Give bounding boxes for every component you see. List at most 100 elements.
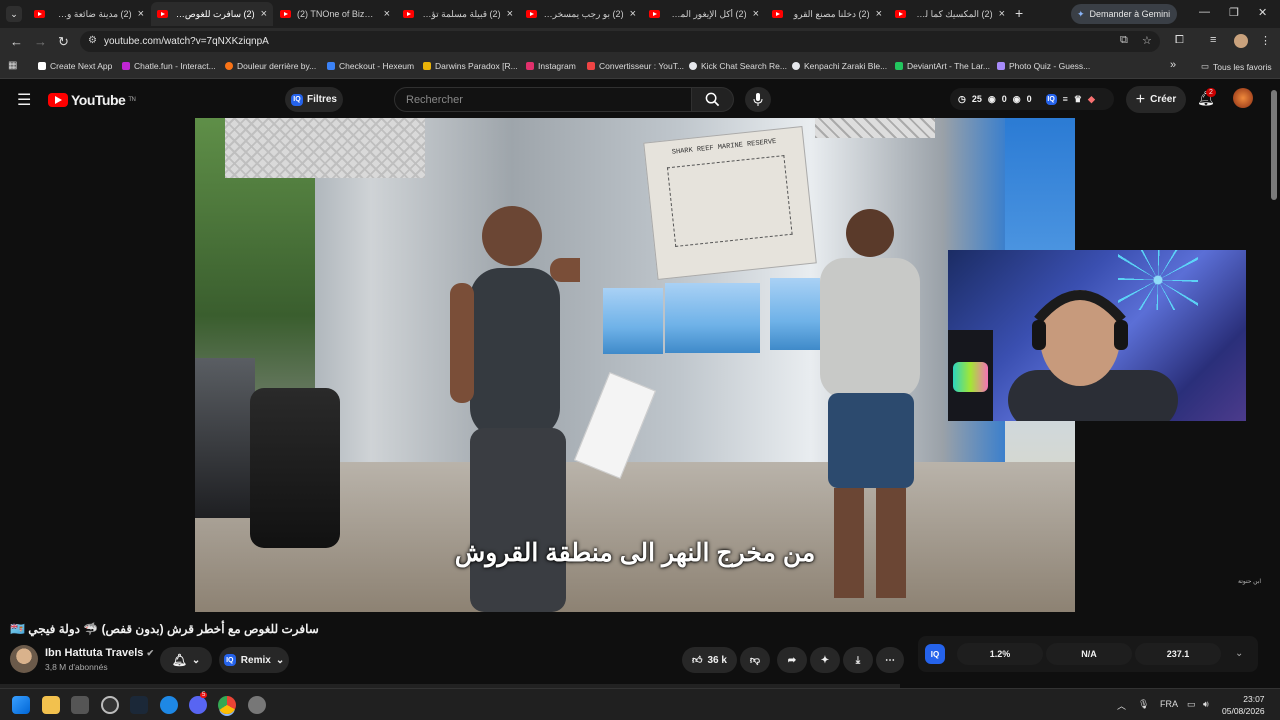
close-tab-icon[interactable]: × bbox=[753, 8, 759, 20]
back-icon[interactable]: ← bbox=[10, 34, 23, 49]
close-tab-icon[interactable]: × bbox=[507, 8, 513, 20]
forward-icon[interactable]: → bbox=[34, 34, 47, 49]
browser-tab[interactable]: (2) مدينة ضائعة وسط × bbox=[28, 2, 150, 26]
chevron-down-icon[interactable]: ⌄ bbox=[1235, 648, 1243, 659]
apps-grid-icon[interactable]: ▦ bbox=[8, 60, 17, 71]
dislike-button[interactable]: 👎︎ bbox=[740, 647, 770, 673]
reload-icon[interactable]: ↻ bbox=[58, 34, 69, 50]
bookmark-item[interactable]: Kick Chat Search Re... bbox=[689, 61, 787, 71]
windows-start-icon[interactable] bbox=[12, 696, 30, 714]
alert-icon[interactable]: ◆ bbox=[1088, 94, 1095, 105]
more-icon: ⋯ bbox=[885, 654, 895, 666]
streamer-webcam-overlay bbox=[948, 250, 1246, 421]
network-icon[interactable]: ▭ bbox=[1187, 699, 1196, 710]
list-icon[interactable]: ≡ bbox=[1063, 94, 1068, 104]
page-scrollbar[interactable] bbox=[1271, 90, 1277, 200]
microphone-icon[interactable]: 🎙︎ bbox=[1138, 699, 1149, 710]
channel-name[interactable]: Ibn Hattuta Travels ✔ bbox=[45, 647, 154, 659]
bookmark-item[interactable]: Darwins Paradox [R... bbox=[423, 61, 518, 71]
menu-icon[interactable]: ⋮ bbox=[1260, 34, 1271, 47]
gemini-button[interactable]: ✦ Demander à Gemini bbox=[1071, 4, 1177, 24]
app-icon[interactable] bbox=[160, 696, 178, 714]
iq-icon[interactable]: IQ bbox=[1045, 93, 1057, 105]
url-text: youtube.com/watch?v=7qNXKziqnpA bbox=[104, 36, 269, 47]
bookmark-star-icon[interactable]: ☆ bbox=[1142, 34, 1152, 47]
bookmark-item[interactable]: Instagram bbox=[526, 61, 576, 71]
tab-title: (2) سافرت للغوص مع bbox=[174, 8, 255, 19]
search-input[interactable]: Rechercher bbox=[394, 87, 692, 112]
share-button[interactable]: ➦ bbox=[777, 647, 807, 673]
bookmark-item[interactable]: Convertisseur : YouT... bbox=[587, 61, 684, 71]
browser-tab-active[interactable]: (2) سافرت للغوص مع × bbox=[151, 2, 273, 26]
bookmark-icon bbox=[122, 62, 130, 70]
extensions-icon[interactable]: ⧠ bbox=[1175, 34, 1184, 47]
all-favorites-label: Tous les favoris bbox=[1213, 61, 1272, 72]
youtube-favicon-icon bbox=[526, 10, 537, 18]
browser-tab[interactable]: (2) المكسيك كما لم تر × bbox=[889, 2, 1011, 26]
trophy-icon[interactable]: ♛ bbox=[1074, 94, 1082, 105]
close-tab-icon[interactable]: × bbox=[138, 8, 144, 20]
download-button[interactable]: ⤓ bbox=[843, 647, 873, 673]
browser-tab[interactable]: (2) دخلنا مصنع القرو × bbox=[766, 2, 888, 26]
browser-tab[interactable]: (2) قبيلة مسلمة تؤمن × bbox=[397, 2, 519, 26]
bookmark-item[interactable]: Douleur derrière by... bbox=[225, 61, 316, 71]
close-tab-icon[interactable]: × bbox=[384, 8, 390, 20]
tray-chevron-icon[interactable]: ︿ bbox=[1117, 699, 1126, 712]
cast-icon[interactable]: ⧉ bbox=[1120, 34, 1128, 47]
like-button[interactable]: 👍︎ 36 k bbox=[682, 647, 737, 673]
plus-icon: + bbox=[1135, 90, 1146, 108]
url-field[interactable]: ⚙ youtube.com/watch?v=7qNXKziqnpA ⧉ ☆ bbox=[80, 31, 1160, 52]
restore-icon[interactable]: ❐ bbox=[1229, 6, 1239, 19]
close-tab-icon[interactable]: × bbox=[999, 8, 1005, 20]
site-info-icon[interactable]: ⚙ bbox=[88, 35, 97, 46]
minimize-icon[interactable]: — bbox=[1199, 6, 1210, 18]
store-icon[interactable] bbox=[71, 696, 89, 714]
bookmark-item[interactable]: Create Next App bbox=[38, 61, 112, 71]
ask-button[interactable]: ✦ bbox=[810, 647, 840, 673]
create-button[interactable]: + Créer bbox=[1126, 86, 1186, 113]
address-bar-row: ← → ↻ ⚙ youtube.com/watch?v=7qNXKziqnpA … bbox=[0, 28, 1280, 55]
close-window-icon[interactable]: ✕ bbox=[1258, 6, 1267, 19]
bookmark-item[interactable]: Checkout - Hexeum bbox=[327, 61, 414, 71]
bookmark-item[interactable]: Kenpachi Zaraki Ble... bbox=[792, 61, 887, 71]
subscribed-bell-button[interactable]: 🔔︎ ⌄ bbox=[160, 647, 212, 673]
eye-icon: ◉ bbox=[987, 93, 996, 104]
all-favorites-folder[interactable]: ▭ Tous les favoris bbox=[1201, 61, 1272, 72]
steam-icon[interactable] bbox=[130, 696, 148, 714]
browser-tab[interactable]: (2) بو رجب يمسخر الم × bbox=[520, 2, 642, 26]
more-actions-button[interactable]: ⋯ bbox=[876, 647, 904, 673]
chrome-icon[interactable] bbox=[218, 696, 236, 714]
browser-tab[interactable]: (2) TNOne of Bizerte's × bbox=[274, 2, 396, 26]
bookmark-item[interactable]: DeviantArt - The Lar... bbox=[895, 61, 990, 71]
video-subtitle: من مخرج النهر الى منطقة القروش bbox=[454, 539, 816, 567]
profile-avatar[interactable] bbox=[1234, 34, 1248, 48]
browser-tab[interactable]: (2) أكل الإيغور المسلم × bbox=[643, 2, 765, 26]
close-tab-icon[interactable]: × bbox=[876, 8, 882, 20]
filters-button[interactable]: IQ Filtres bbox=[285, 87, 343, 112]
new-tab-button[interactable]: + bbox=[1015, 5, 1023, 21]
close-tab-icon[interactable]: × bbox=[630, 8, 636, 20]
app-icon[interactable] bbox=[101, 696, 119, 714]
discord-icon[interactable] bbox=[189, 696, 207, 714]
file-explorer-icon[interactable] bbox=[42, 696, 60, 714]
iq-icon[interactable]: IQ bbox=[925, 644, 945, 664]
bookmark-item[interactable]: Photo Quiz - Guess... bbox=[997, 61, 1090, 71]
media-icon[interactable]: ≡ bbox=[1210, 34, 1216, 46]
settings-gear-icon[interactable] bbox=[248, 696, 266, 714]
video-player[interactable]: SHARK REEF MARINE RESERVE من مخرج النهر … bbox=[195, 118, 1075, 612]
channel-avatar[interactable] bbox=[10, 645, 38, 673]
search-button[interactable] bbox=[692, 87, 734, 112]
tab-list-button[interactable]: ⌄ bbox=[6, 6, 22, 22]
user-avatar[interactable] bbox=[1233, 88, 1253, 108]
bookmark-item[interactable]: Chatle.fun - Interact... bbox=[122, 61, 216, 71]
youtube-logo[interactable]: YouTube TN bbox=[48, 92, 136, 108]
voice-search-button[interactable] bbox=[745, 87, 771, 112]
language-indicator[interactable]: FRA bbox=[1160, 699, 1178, 709]
marine-reserve-poster: SHARK REEF MARINE RESERVE bbox=[643, 126, 817, 280]
close-tab-icon[interactable]: × bbox=[261, 8, 267, 20]
remix-button[interactable]: IQ Remix ⌄ bbox=[219, 647, 289, 673]
clock[interactable]: 23:07 05/08/2026 bbox=[1222, 693, 1265, 717]
volume-icon[interactable]: 🔊︎ bbox=[1203, 699, 1209, 710]
more-bookmarks-icon[interactable]: » bbox=[1170, 59, 1176, 71]
hamburger-menu-icon[interactable]: ☰ bbox=[17, 90, 31, 110]
